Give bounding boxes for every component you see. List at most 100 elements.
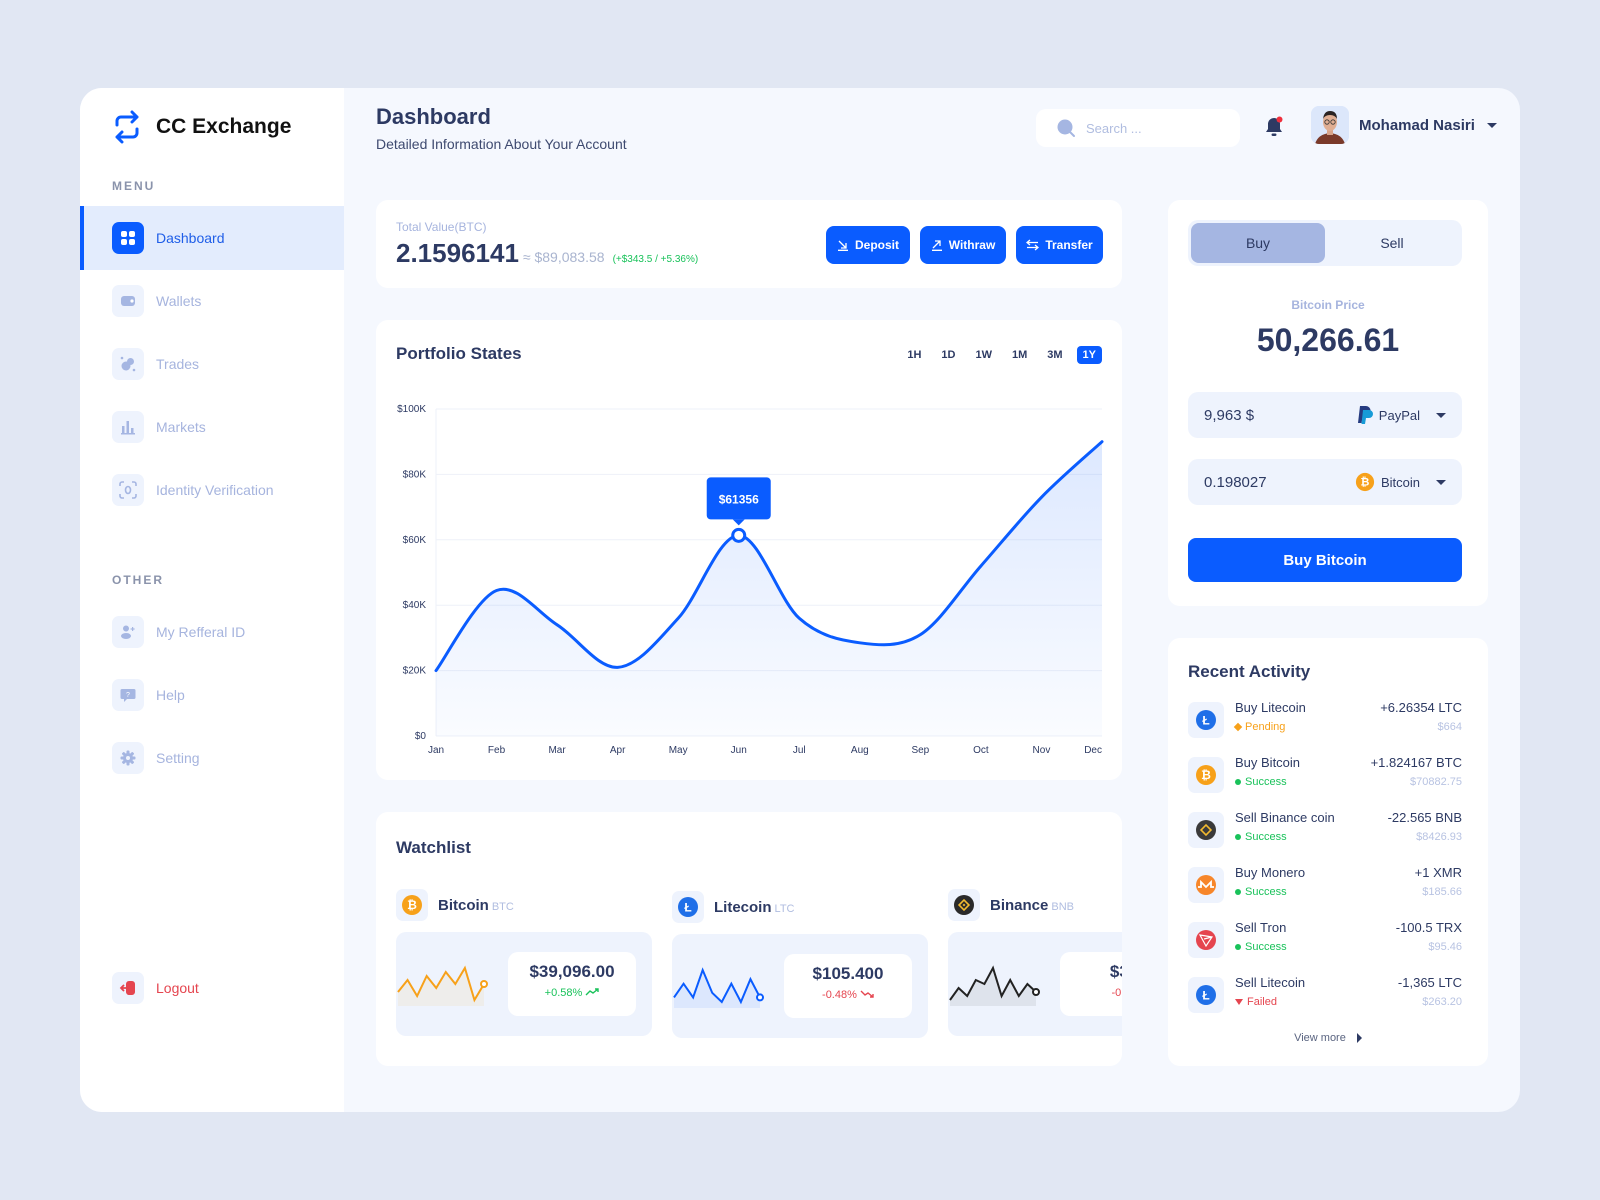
logout-button[interactable]: Logout [80,956,344,1020]
activity-item[interactable]: Ł Sell Litecoin Failed -1,365 LTC $263.20 [1188,973,1462,1017]
litecoin-icon: Ł [1188,702,1224,738]
watchlist-item-binance[interactable]: BinanceBNB $37 -0.43 [948,888,1122,1036]
x-tick-label: Jul [793,745,806,756]
receive-asset-select[interactable]: ₿ Bitcoin [1355,472,1446,492]
watchlist-item-litecoin[interactable]: Ł Litecoin LTC $105.400 -0.48% [672,890,928,1038]
gear-icon [112,742,144,774]
trend-up-icon [585,988,600,996]
withdraw-icon [931,240,942,251]
highlight-point [731,527,747,543]
range-1h[interactable]: 1H [901,346,927,364]
range-3m[interactable]: 3M [1041,346,1068,364]
activity-status: Success [1235,831,1287,843]
view-more-link[interactable]: View more [1168,1032,1488,1044]
tab-buy[interactable]: Buy [1191,223,1325,263]
search-input[interactable] [1086,120,1216,136]
range-1w[interactable]: 1W [969,346,998,364]
activity-amount: +6.26354 LTC [1380,700,1462,715]
menu-section-label: MENU [112,179,156,193]
recent-activity-card: Recent Activity Ł Buy Litecoin Pending +6.2… [1168,638,1488,1066]
bitcoin-icon: ₿ [1188,757,1224,793]
pay-amount-input[interactable] [1204,406,1357,424]
tooltip-label: $61356 [719,492,759,506]
svg-text:₿: ₿ [407,898,417,912]
search-box[interactable] [1036,109,1240,147]
withdraw-label: Withraw [948,238,996,252]
activity-item[interactable]: Sell Tron Success -100.5 TRX $95.46 [1188,918,1462,962]
range-1y[interactable]: 1Y [1076,346,1102,364]
activity-status: Success [1235,776,1287,788]
activity-amount: +1.824167 BTC [1370,755,1462,770]
deposit-icon [837,240,848,251]
x-tick-label: Feb [488,745,506,756]
x-tick-label: Nov [1033,745,1051,756]
total-value-change: (+$343.5 / +5.36%) [612,254,699,265]
activity-item[interactable]: ₿ Buy Bitcoin Success +1.824167 BTC $70882.7… [1188,753,1462,797]
user-name: Mohamad Nasiri [1359,116,1475,134]
tab-sell[interactable]: Sell [1325,223,1459,263]
activity-item[interactable]: Buy Monero Success +1 XMR $185.66 [1188,863,1462,907]
watchlist-item-bitcoin[interactable]: ₿ Bitcoin BTC $39,096.00 +0.58% [396,888,652,1036]
x-tick-label: May [669,745,688,756]
tron-icon [1188,922,1224,958]
range-1d[interactable]: 1D [935,346,961,364]
deposit-button[interactable]: Deposit [826,226,910,264]
receive-amount-input[interactable] [1204,473,1355,491]
coin-name: Litecoin [714,898,772,916]
notifications-button[interactable] [1264,116,1284,143]
range-1m[interactable]: 1M [1006,346,1033,364]
sidebar-item-identity-verification[interactable]: Identity Verification [80,458,344,522]
sidebar-item-wallets[interactable]: Wallets [80,269,344,333]
bell-icon [1266,116,1283,136]
coin-price: $105.400 [812,964,884,983]
logout-icon [112,972,144,1004]
user-menu[interactable]: Mohamad Nasiri [1311,106,1497,144]
success-icon [1235,944,1241,950]
logout-label: Logout [156,980,199,996]
trend-down-icon [860,990,874,998]
sidebar-item-label: Help [156,687,185,703]
activity-status: Success [1235,886,1287,898]
coin-change: -0.48% [822,989,857,1001]
svg-text:₿: ₿ [1361,477,1370,489]
add-user-icon [112,616,144,648]
bitcoin-price-label: Bitcoin Price [1291,298,1365,312]
y-tick-label: $40K [403,600,427,611]
sidebar-item-referral-id[interactable]: My Refferal ID [80,600,344,664]
activity-name: Buy Bitcoin [1235,755,1301,770]
activity-item[interactable]: Ł Buy Litecoin Pending +6.26354 LTC $664 [1188,698,1462,742]
logo[interactable]: CC Exchange [112,110,291,144]
transfer-button[interactable]: Transfer [1016,226,1103,264]
recent-activity-title: Recent Activity [1188,662,1311,681]
activity-name: Sell Litecoin [1235,975,1306,990]
coin-change: -0.43 [1111,987,1122,999]
withdraw-button[interactable]: Withraw [920,226,1006,264]
chevron-down-icon [1486,122,1497,128]
sparkline [949,965,1040,1006]
activity-item[interactable]: Sell Binance coin Success -22.565 BNB $8426… [1188,808,1462,852]
sparkline-area [950,968,1036,1006]
sidebar-item-markets[interactable]: Markets [80,395,344,459]
sidebar-item-setting[interactable]: Setting [80,726,344,790]
transfer-label: Transfer [1045,238,1093,252]
activity-name: Sell Tron [1235,920,1287,935]
coin-symbol: BNB [1051,900,1074,913]
total-value-btc: 2.1596141 [396,238,519,268]
binance-icon [1188,812,1224,848]
activity-status-label: Success [1245,886,1287,898]
activity-name: Buy Litecoin [1235,700,1306,715]
sidebar-item-dashboard[interactable]: Dashboard [80,206,344,270]
chevron-down-icon [1436,479,1446,485]
buy-sell-toggle: Buy Sell [1188,220,1462,266]
pay-method-label: PayPal [1378,407,1420,423]
buy-bitcoin-button[interactable]: Buy Bitcoin [1188,538,1462,582]
sidebar-item-label: Wallets [156,293,202,309]
sidebar-item-help[interactable]: ? Help [80,663,344,727]
y-tick-label: $20K [403,666,427,677]
tooltip-pointer [732,519,745,526]
activity-amount: -22.565 BNB [1387,810,1462,825]
watchlist-card: Watchlist ₿ Bitcoin BTC $39,096.00 +0.58%… [376,812,1122,1066]
pay-method-select[interactable]: PayPal [1357,405,1446,425]
deposit-label: Deposit [854,238,899,252]
sidebar-item-trades[interactable]: Trades [80,332,344,396]
